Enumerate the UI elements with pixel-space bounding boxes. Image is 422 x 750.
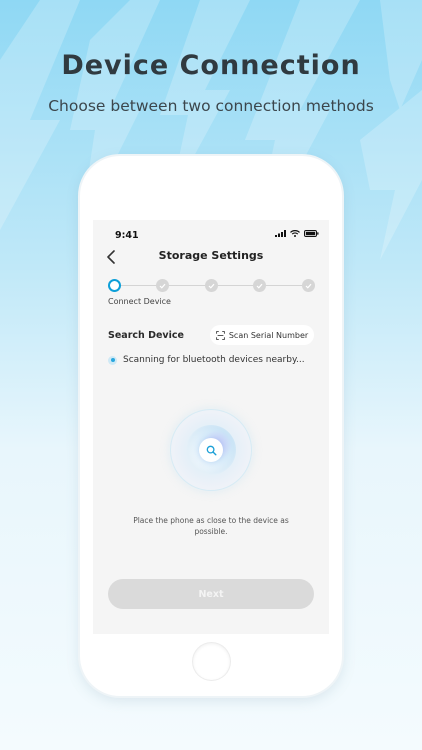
- page-title: Storage Settings: [158, 249, 264, 262]
- check-icon: [256, 283, 263, 289]
- placement-hint: Place the phone as close to the device a…: [133, 516, 289, 536]
- battery-icon: [304, 230, 319, 237]
- scan-icon: [215, 330, 225, 340]
- scanning-text: Scanning for bluetooth devices nearby...: [123, 355, 305, 365]
- scan-serial-number-button[interactable]: Scan Serial Number: [210, 325, 314, 345]
- radar-center: [199, 438, 223, 462]
- wifi-icon: [290, 230, 300, 237]
- current-step-label: Connect Device: [108, 297, 171, 306]
- home-button: [193, 643, 230, 680]
- promo-subline: Choose between two connection methods: [48, 97, 374, 115]
- step-4: [253, 279, 266, 292]
- scanning-indicator-icon: [108, 355, 117, 365]
- app-screen: 9:41 Storage Settings Connect Device Sea…: [93, 220, 329, 634]
- next-button[interactable]: Next: [108, 579, 314, 609]
- step-2: [156, 279, 169, 292]
- signal-icon: [275, 230, 286, 237]
- step-5: [302, 279, 315, 292]
- status-icons: [275, 230, 319, 237]
- progress-stepper: [108, 279, 316, 293]
- scan-button-label: Scan Serial Number: [228, 330, 309, 340]
- search-device-label: Search Device: [108, 330, 184, 341]
- step-1-current: [108, 279, 121, 292]
- status-time: 9:41: [115, 230, 139, 241]
- step-3: [205, 279, 218, 292]
- check-icon: [208, 283, 215, 289]
- check-icon: [305, 283, 312, 289]
- search-icon: [206, 445, 217, 456]
- promo-headline: Device Connection: [61, 50, 361, 81]
- check-icon: [159, 283, 166, 289]
- scanning-status: Scanning for bluetooth devices nearby...: [108, 355, 305, 365]
